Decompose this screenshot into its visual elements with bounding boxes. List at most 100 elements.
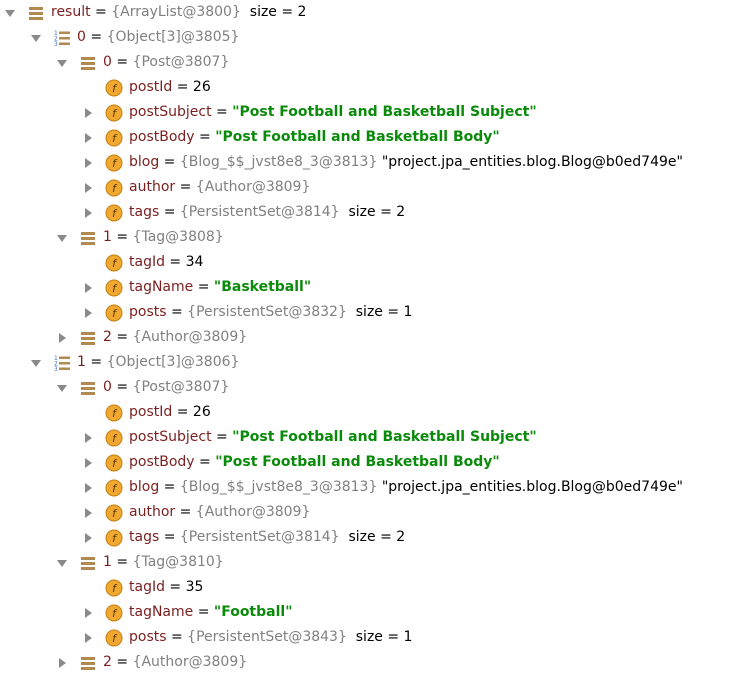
variable-name: blog	[129, 479, 160, 495]
object-type-ref: {ArrayList@3800}	[111, 4, 241, 20]
tree-row[interactable]: f postBody = "Post Football and Basketbal…	[82, 125, 500, 150]
value-detail: "project.jpa_entities.blog.Blog@b0ed749e…	[377, 154, 683, 170]
tree-row[interactable]: f tags = {PersistentSet@3814} size = 2	[82, 525, 405, 550]
tree-row[interactable]: f postBody = "Post Football and Basketbal…	[82, 450, 500, 475]
expand-arrow-icon[interactable]	[82, 157, 94, 169]
expand-arrow-icon[interactable]	[82, 532, 94, 544]
expand-arrow-icon[interactable]	[82, 507, 94, 519]
tree-row[interactable]: f tagName = "Football"	[82, 600, 293, 625]
collapse-arrow-icon[interactable]	[4, 7, 16, 19]
collapse-arrow-icon[interactable]	[56, 557, 68, 569]
equals-sign: =	[111, 654, 133, 670]
expand-arrow-icon[interactable]	[82, 607, 94, 619]
equals-sign: =	[159, 529, 180, 545]
tree-row[interactable]: 0 = {Post@3807}	[56, 50, 229, 75]
equals-sign: =	[175, 504, 196, 520]
equals-sign: =	[194, 129, 216, 145]
tree-row[interactable]: f postId = 26	[82, 75, 211, 100]
equals-sign: =	[211, 104, 233, 120]
equals-sign: =	[85, 29, 107, 45]
object-type-ref: {Post@3807}	[132, 379, 230, 395]
tree-row[interactable]: f blog = {Blog_$$_jvst8e8_3@3813} "projec…	[82, 150, 683, 175]
variable-name: 1	[77, 354, 86, 370]
tree-row[interactable]: f posts = {PersistentSet@3843} size = 1	[82, 625, 412, 650]
string-value: "Post Football and Basketball Subject"	[232, 104, 537, 120]
tree-row[interactable]: f postSubject = "Post Football and Basket…	[82, 100, 537, 125]
tree-row[interactable]: result = {ArrayList@3800} size = 2	[4, 0, 306, 25]
expand-arrow-icon[interactable]	[82, 107, 94, 119]
variable-name: 1	[103, 554, 112, 570]
expand-arrow-icon[interactable]	[82, 207, 94, 219]
equals-sign: =	[164, 254, 186, 270]
field-icon: f	[105, 629, 123, 647]
value-detail: "project.jpa_entities.blog.Blog@b0ed749e…	[377, 479, 683, 495]
collapse-arrow-icon[interactable]	[30, 357, 42, 369]
collapse-arrow-icon[interactable]	[30, 32, 42, 44]
tree-row[interactable]: 0 = {Post@3807}	[56, 375, 229, 400]
field-icon: f	[105, 204, 123, 222]
expand-arrow-icon[interactable]	[82, 182, 94, 194]
equals-sign: =	[193, 279, 214, 295]
equals-sign: =	[111, 329, 133, 345]
expand-arrow-icon[interactable]	[82, 482, 94, 494]
field-icon: f	[105, 404, 123, 422]
numeric-value: 26	[192, 79, 211, 95]
list-icon	[79, 554, 97, 572]
variable-name: postSubject	[129, 104, 212, 120]
variable-name: postId	[129, 79, 173, 95]
expand-arrow-icon[interactable]	[82, 457, 94, 469]
object-type-ref: {Author@3809}	[195, 504, 311, 520]
variable-name: tagName	[129, 279, 194, 295]
equals-sign: =	[193, 604, 214, 620]
tree-row[interactable]: 2 = {Author@3809}	[56, 650, 247, 675]
equals-sign: =	[172, 404, 193, 420]
variable-name: tagName	[129, 604, 194, 620]
tree-row[interactable]: f tagName = "Basketball"	[82, 275, 311, 300]
list-icon	[79, 654, 97, 672]
variable-name: 0	[103, 379, 112, 395]
expand-arrow-icon[interactable]	[82, 132, 94, 144]
field-icon: f	[105, 279, 123, 297]
numeric-value: 26	[192, 404, 211, 420]
equals-sign: =	[111, 379, 133, 395]
svg-text:3: 3	[54, 366, 58, 372]
equals-sign: =	[172, 79, 193, 95]
expand-arrow-icon[interactable]	[82, 282, 94, 294]
object-type-ref: {Author@3809}	[195, 179, 311, 195]
numeric-value: 35	[185, 579, 204, 595]
tree-row[interactable]: 2 = {Author@3809}	[56, 325, 247, 350]
expand-arrow-icon[interactable]	[82, 432, 94, 444]
tree-row[interactable]: f tagId = 34	[82, 250, 203, 275]
variable-name: author	[129, 504, 176, 520]
tree-row[interactable]: f tags = {PersistentSet@3814} size = 2	[82, 200, 405, 225]
collapse-arrow-icon[interactable]	[56, 57, 68, 69]
expand-arrow-icon[interactable]	[82, 632, 94, 644]
tree-row[interactable]: 123 0 = {Object[3]@3805}	[30, 25, 239, 50]
tree-row[interactable]: f author = {Author@3809}	[82, 175, 310, 200]
expand-arrow-icon[interactable]	[56, 657, 68, 669]
toggle-spacer	[82, 407, 94, 419]
tree-row[interactable]: f tagId = 35	[82, 575, 203, 600]
value-detail: size = 2	[339, 529, 406, 545]
field-icon: f	[105, 479, 123, 497]
tree-row[interactable]: 123 1 = {Object[3]@3806}	[30, 350, 239, 375]
object-type-ref: {Tag@3810}	[132, 554, 224, 570]
collapse-arrow-icon[interactable]	[56, 232, 68, 244]
tree-row[interactable]: f postSubject = "Post Football and Basket…	[82, 425, 537, 450]
tree-row[interactable]: f author = {Author@3809}	[82, 500, 310, 525]
collapse-arrow-icon[interactable]	[56, 382, 68, 394]
variable-name: 0	[103, 54, 112, 70]
expand-arrow-icon[interactable]	[82, 307, 94, 319]
tree-row[interactable]: f posts = {PersistentSet@3832} size = 1	[82, 300, 412, 325]
object-type-ref: {Blog_$$_jvst8e8_3@3813}	[179, 154, 378, 170]
expand-arrow-icon[interactable]	[56, 332, 68, 344]
variable-name: postBody	[129, 454, 195, 470]
tree-row[interactable]: f blog = {Blog_$$_jvst8e8_3@3813} "projec…	[82, 475, 683, 500]
field-icon: f	[105, 429, 123, 447]
field-icon: f	[105, 179, 123, 197]
field-icon: f	[105, 254, 123, 272]
tree-row[interactable]: 1 = {Tag@3808}	[56, 225, 224, 250]
tree-row[interactable]: f postId = 26	[82, 400, 211, 425]
tree-row[interactable]: 1 = {Tag@3810}	[56, 550, 224, 575]
string-value: "Post Football and Basketball Subject"	[232, 429, 537, 445]
